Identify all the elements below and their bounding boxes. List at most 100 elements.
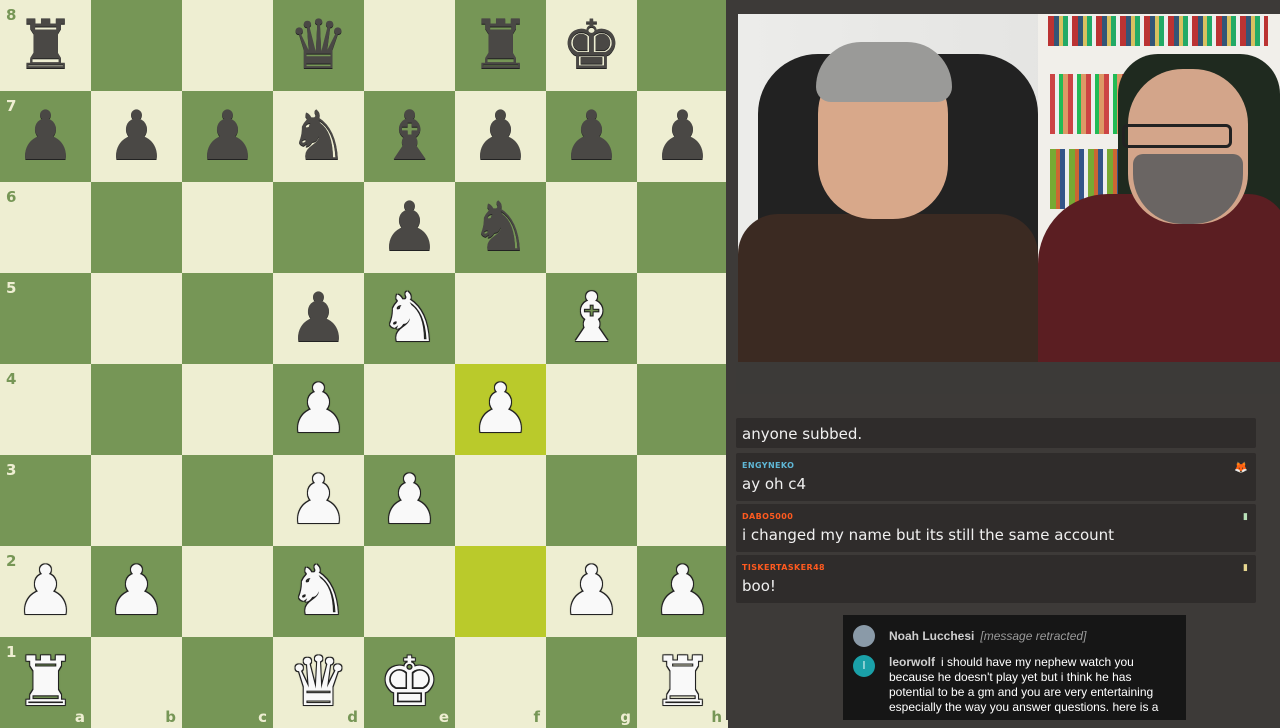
square-h4[interactable]	[637, 364, 728, 455]
black-pawn-e6-icon[interactable]: ♟	[364, 182, 455, 273]
square-d5[interactable]: ♟	[273, 273, 364, 364]
black-pawn-g7-icon[interactable]: ♟	[546, 91, 637, 182]
square-a1[interactable]: 1 a ♜	[0, 637, 91, 728]
white-pawn-f4-icon[interactable]: ♟	[455, 364, 546, 455]
white-pawn-a2-icon[interactable]: ♟	[0, 546, 91, 637]
square-e6[interactable]: ♟	[364, 182, 455, 273]
square-e8[interactable]	[364, 0, 455, 91]
square-c7[interactable]: ♟	[182, 91, 273, 182]
black-pawn-a7-icon[interactable]: ♟	[0, 91, 91, 182]
square-d8[interactable]: ♛	[273, 0, 364, 91]
square-b3[interactable]	[91, 455, 182, 546]
white-bishop-g5-icon[interactable]: ♝	[546, 273, 637, 364]
white-pawn-e3-icon[interactable]: ♟	[364, 455, 455, 546]
black-king-g8-icon[interactable]: ♚	[546, 0, 637, 91]
white-pawn-d4-icon[interactable]: ♟	[273, 364, 364, 455]
square-d1[interactable]: d ♛	[273, 637, 364, 728]
square-d3[interactable]: ♟	[273, 455, 364, 546]
square-f2[interactable]	[455, 546, 546, 637]
square-f3[interactable]	[455, 455, 546, 546]
black-pawn-d5-icon[interactable]: ♟	[273, 273, 364, 364]
black-pawn-b7-icon[interactable]: ♟	[91, 91, 182, 182]
square-a5[interactable]: 5	[0, 273, 91, 364]
square-h1[interactable]: h ♜	[637, 637, 728, 728]
square-f7[interactable]: ♟	[455, 91, 546, 182]
square-h5[interactable]	[637, 273, 728, 364]
square-c2[interactable]	[182, 546, 273, 637]
white-rook-h1-icon[interactable]: ♜	[637, 637, 728, 728]
square-e3[interactable]: ♟	[364, 455, 455, 546]
square-c4[interactable]	[182, 364, 273, 455]
square-d4[interactable]: ♟	[273, 364, 364, 455]
square-h2[interactable]: ♟	[637, 546, 728, 637]
square-g5[interactable]: ♝	[546, 273, 637, 364]
square-g7[interactable]: ♟	[546, 91, 637, 182]
square-e7[interactable]: ♝	[364, 91, 455, 182]
square-b7[interactable]: ♟	[91, 91, 182, 182]
white-pawn-d3-icon[interactable]: ♟	[273, 455, 364, 546]
black-rook-a8-icon[interactable]: ♜	[0, 0, 91, 91]
square-d7[interactable]: ♞	[273, 91, 364, 182]
white-pawn-g2-icon[interactable]: ♟	[546, 546, 637, 637]
square-b4[interactable]	[91, 364, 182, 455]
square-f8[interactable]: ♜	[455, 0, 546, 91]
black-pawn-c7-icon[interactable]: ♟	[182, 91, 273, 182]
square-a8[interactable]: 8 ♜	[0, 0, 91, 91]
white-knight-d2-icon[interactable]: ♞	[273, 546, 364, 637]
square-g4[interactable]	[546, 364, 637, 455]
square-b2[interactable]: ♟	[91, 546, 182, 637]
square-c3[interactable]	[182, 455, 273, 546]
white-king-e1-icon[interactable]: ♚	[364, 637, 455, 728]
square-e2[interactable]	[364, 546, 455, 637]
square-a2[interactable]: 2 ♟	[0, 546, 91, 637]
square-g2[interactable]: ♟	[546, 546, 637, 637]
square-c8[interactable]	[182, 0, 273, 91]
black-queen-d8-icon[interactable]: ♛	[273, 0, 364, 91]
white-knight-e5-icon[interactable]: ♞	[364, 273, 455, 364]
square-f6[interactable]: ♞	[455, 182, 546, 273]
square-h8[interactable]	[637, 0, 728, 91]
square-a4[interactable]: 4	[0, 364, 91, 455]
square-f1[interactable]: f	[455, 637, 546, 728]
square-g6[interactable]	[546, 182, 637, 273]
square-d6[interactable]	[273, 182, 364, 273]
square-a6[interactable]: 6	[0, 182, 91, 273]
white-queen-d1-icon[interactable]: ♛	[273, 637, 364, 728]
black-bishop-e7-icon[interactable]: ♝	[364, 91, 455, 182]
square-g8[interactable]: ♚	[546, 0, 637, 91]
square-b8[interactable]	[91, 0, 182, 91]
black-pawn-f7-icon[interactable]: ♟	[455, 91, 546, 182]
square-f5[interactable]	[455, 273, 546, 364]
black-knight-f6-icon[interactable]: ♞	[455, 182, 546, 273]
webcam-video	[738, 14, 1280, 362]
square-f4[interactable]: ♟	[455, 364, 546, 455]
chat-message-text: i changed my name but its still the same…	[742, 526, 1115, 544]
square-c1[interactable]: c	[182, 637, 273, 728]
square-b6[interactable]	[91, 182, 182, 273]
square-c6[interactable]	[182, 182, 273, 273]
black-knight-d7-icon[interactable]: ♞	[273, 91, 364, 182]
square-e5[interactable]: ♞	[364, 273, 455, 364]
white-pawn-h2-icon[interactable]: ♟	[637, 546, 728, 637]
white-pawn-b2-icon[interactable]: ♟	[91, 546, 182, 637]
square-c5[interactable]	[182, 273, 273, 364]
square-g1[interactable]: g	[546, 637, 637, 728]
black-rook-f8-icon[interactable]: ♜	[455, 0, 546, 91]
yt-username: Noah Lucchesi	[889, 629, 975, 643]
square-h6[interactable]	[637, 182, 728, 273]
square-a7[interactable]: 7 ♟	[0, 91, 91, 182]
black-pawn-h7-icon[interactable]: ♟	[637, 91, 728, 182]
square-a3[interactable]: 3	[0, 455, 91, 546]
square-e4[interactable]	[364, 364, 455, 455]
square-d2[interactable]: ♞	[273, 546, 364, 637]
chat-username: ENGYNEKO	[742, 461, 795, 470]
square-g3[interactable]	[546, 455, 637, 546]
chat-message: anyone subbed.	[736, 418, 1256, 448]
square-b5[interactable]	[91, 273, 182, 364]
square-e1[interactable]: e ♚	[364, 637, 455, 728]
white-rook-a1-icon[interactable]: ♜	[0, 637, 91, 728]
youtube-chat-overlay: Noah Lucchesi [message retracted] l leorw…	[843, 615, 1186, 720]
square-h7[interactable]: ♟	[637, 91, 728, 182]
square-h3[interactable]	[637, 455, 728, 546]
square-b1[interactable]: b	[91, 637, 182, 728]
